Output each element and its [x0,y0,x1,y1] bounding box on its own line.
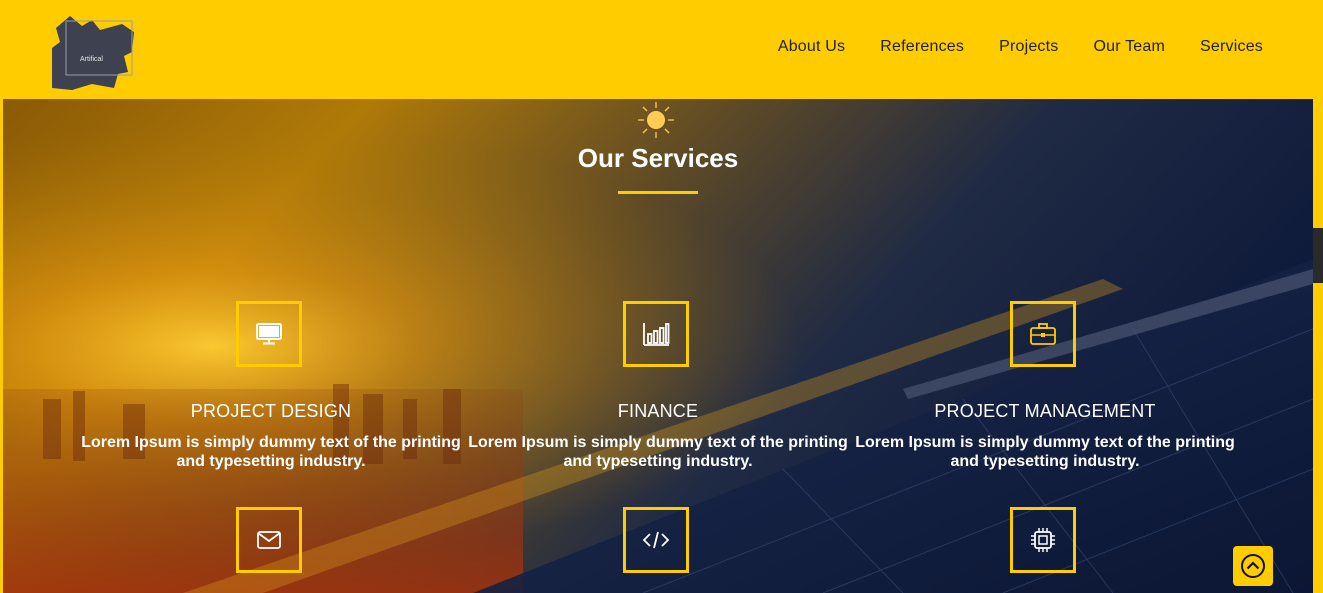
sun-icon [636,100,676,140]
service-icon-box-project-management[interactable] [1010,301,1076,367]
service-title: PROJECT MANAGEMENT [934,401,1156,421]
service-description: Lorem Ipsum is simply dummy text of the … [81,434,461,470]
service-title: PROJECT DESIGN [190,401,352,421]
chip-icon [1031,528,1055,552]
back-to-top-button[interactable] [1233,546,1273,586]
code-icon [642,531,670,549]
service-icon-box-mail[interactable] [236,507,302,573]
nav-projects[interactable]: Projects [999,38,1058,56]
service-title: FINANCE [617,401,699,421]
logo-mark-icon [52,16,134,90]
service-icon-box-chip[interactable] [1010,507,1076,573]
chevron-up-circle-icon [1241,554,1265,578]
logo-text: Artifical [80,56,103,63]
bar-chart-icon [643,323,670,346]
envelope-icon [257,531,281,549]
service-icon-box-code[interactable] [623,507,689,573]
page-scrollbar-thumb[interactable] [1313,228,1323,283]
main-nav: About Us References Projects Our Team Se… [743,38,1263,56]
nav-references[interactable]: References [880,38,964,56]
monitor-icon [256,323,282,345]
section-title: Our Services [577,143,739,173]
page: Artifical About Us References Projects O… [0,0,1323,593]
nav-our-team[interactable]: Our Team [1093,38,1165,56]
site-header: Artifical About Us References Projects O… [0,0,1323,99]
nav-about-us[interactable]: About Us [778,38,845,56]
service-icon-box-finance[interactable] [623,301,689,367]
logo[interactable]: Artifical [52,12,136,90]
service-icon-box-project-design[interactable] [236,301,302,367]
briefcase-icon [1030,323,1056,345]
service-description: Lorem Ipsum is simply dummy text of the … [468,434,848,470]
title-underline [618,191,698,194]
nav-services[interactable]: Services [1200,38,1263,56]
service-description: Lorem Ipsum is simply dummy text of the … [855,434,1235,470]
